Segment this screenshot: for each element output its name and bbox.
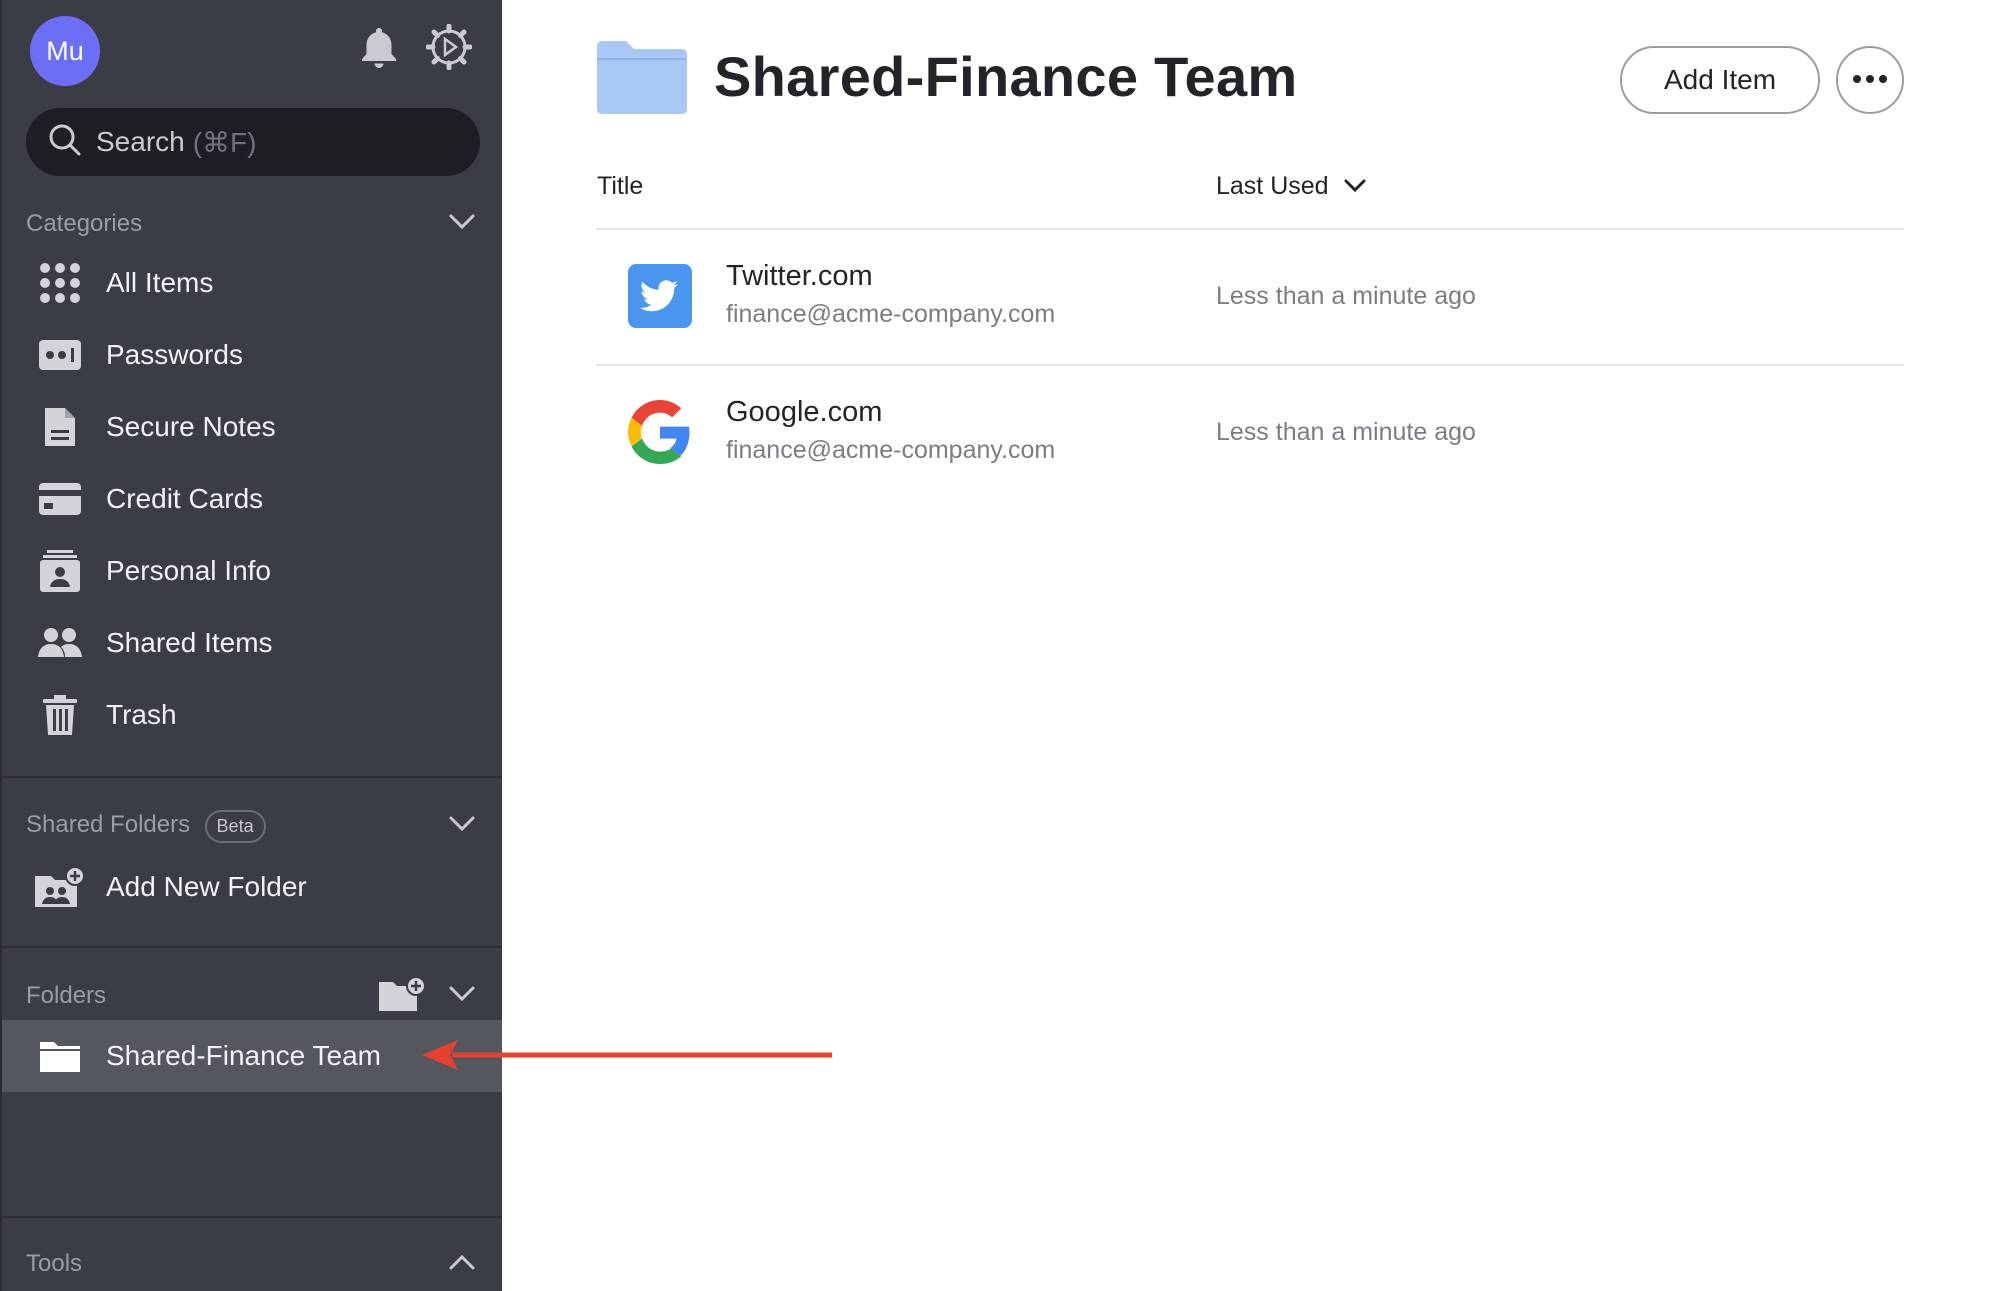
shared-folders-header[interactable]: Shared Folders Beta (26, 808, 476, 844)
twitter-icon (628, 264, 692, 328)
sidebar-divider (2, 946, 502, 948)
avatar[interactable]: Mu (30, 16, 100, 86)
item-email: finance@acme-company.com (726, 436, 1056, 464)
sidebar-item-label: Credit Cards (106, 483, 264, 514)
main-panel: Shared-Finance Team Add Item Title Last … (502, 0, 1993, 1291)
shared-folders-heading: Shared Folders (26, 810, 191, 838)
folders-heading: Folders (26, 982, 107, 1009)
grid-icon (30, 259, 90, 307)
annotation-arrow (422, 1040, 832, 1070)
item-name: Google.com (726, 396, 883, 428)
item-last-used: Less than a minute ago (1216, 418, 1476, 446)
folder-icon (595, 40, 689, 116)
list-item[interactable]: Twitter.com finance@acme-company.com Les… (596, 230, 1904, 364)
chevron-down-icon[interactable] (448, 985, 476, 1008)
folders-header[interactable]: Folders (26, 975, 476, 1017)
sidebar-divider (2, 776, 502, 778)
search-icon (48, 123, 82, 162)
add-new-folder-label: Add New Folder (106, 871, 307, 902)
categories-heading: Categories (26, 210, 143, 237)
google-icon (628, 400, 692, 464)
sidebar-item-label: All Items (106, 267, 214, 298)
sidebar-item-label: Passwords (106, 339, 243, 370)
item-last-used: Less than a minute ago (1216, 282, 1476, 310)
sidebar-item-all-items[interactable]: All Items (2, 250, 502, 316)
search-placeholder: Search (96, 126, 185, 157)
new-folder-icon[interactable] (378, 975, 426, 1017)
add-item-button[interactable]: Add Item (1620, 46, 1820, 114)
item-name: Twitter.com (726, 260, 873, 292)
chevron-down-icon[interactable] (448, 815, 476, 838)
beta-badge: Beta (204, 809, 266, 843)
more-options-button[interactable] (1836, 46, 1904, 114)
bell-icon[interactable] (356, 24, 402, 70)
add-new-folder-button[interactable]: Add New Folder (2, 854, 502, 920)
list-item[interactable]: Google.com finance@acme-company.com Less… (596, 366, 1904, 500)
sidebar: Mu Search (⌘F) Categories All Items Pass… (0, 0, 502, 1291)
search-input[interactable]: Search (⌘F) (26, 108, 480, 176)
chevron-up-icon[interactable] (448, 1253, 476, 1276)
password-icon (30, 331, 90, 379)
item-email: finance@acme-company.com (726, 300, 1056, 328)
trash-icon (30, 691, 90, 739)
more-dots-icon (1852, 71, 1888, 89)
page-title: Shared-Finance Team (714, 45, 1298, 108)
sidebar-item-label: Secure Notes (106, 411, 276, 442)
folder-label: Shared-Finance Team (106, 1040, 381, 1071)
column-header-label: Last Used (1216, 172, 1329, 200)
sidebar-divider (2, 1216, 502, 1218)
note-icon (30, 403, 90, 451)
sidebar-item-trash[interactable]: Trash (2, 682, 502, 748)
categories-header[interactable]: Categories (26, 206, 476, 242)
folder-icon (30, 1032, 90, 1080)
personal-info-icon (30, 547, 90, 595)
tools-header[interactable]: Tools (26, 1246, 476, 1282)
chevron-down-icon (1343, 172, 1367, 201)
sidebar-item-passwords[interactable]: Passwords (2, 322, 502, 388)
sidebar-item-credit-cards[interactable]: Credit Cards (2, 466, 502, 532)
sidebar-item-label: Shared Items (106, 627, 273, 658)
shared-folder-add-icon (30, 863, 90, 911)
sidebar-item-shared-items[interactable]: Shared Items (2, 610, 502, 676)
sidebar-item-personal-info[interactable]: Personal Info (2, 538, 502, 604)
sidebar-item-label: Personal Info (106, 555, 271, 586)
sidebar-item-secure-notes[interactable]: Secure Notes (2, 394, 502, 460)
settings-gear-icon[interactable] (426, 24, 472, 70)
sidebar-item-label: Trash (106, 699, 177, 730)
search-shortcut: (⌘F) (192, 126, 257, 158)
tools-heading: Tools (26, 1250, 83, 1277)
people-icon (30, 619, 90, 667)
column-header-last-used[interactable]: Last Used (1216, 172, 1367, 201)
credit-card-icon (30, 475, 90, 523)
chevron-down-icon[interactable] (448, 213, 476, 236)
column-header-title[interactable]: Title (597, 172, 643, 201)
